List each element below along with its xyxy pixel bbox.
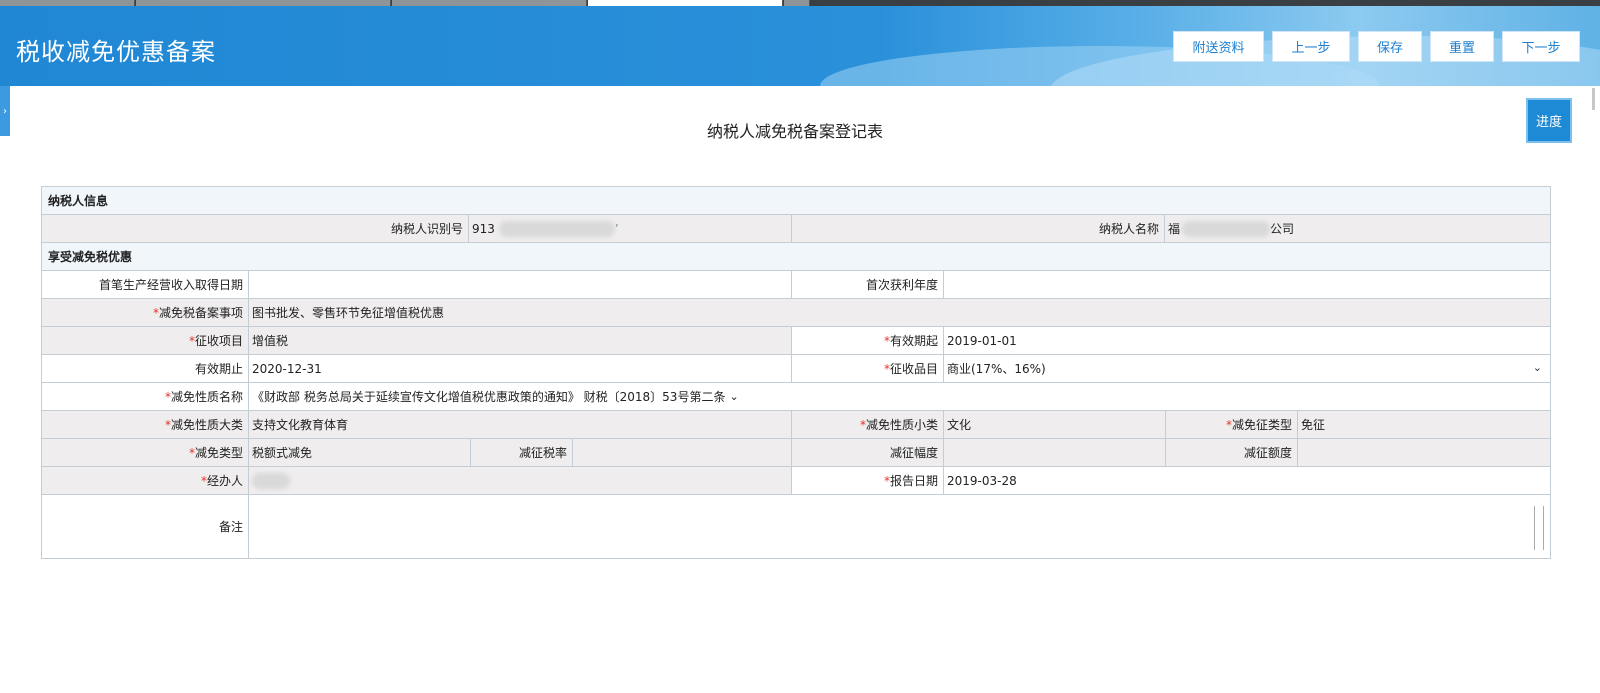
taxpayer-name-label: 纳税人名称: [792, 215, 1165, 242]
table-row: * 征收项目 增值税 * 有效期起 2019-01-01: [42, 327, 1550, 355]
handler-field: [249, 467, 792, 494]
taxpayer-id-field: 913 ’: [469, 215, 792, 242]
first-profit-year-input[interactable]: [944, 271, 1550, 298]
nature-name-label: * 减免性质名称: [42, 383, 249, 410]
first-income-date-input[interactable]: [249, 271, 792, 298]
reduction-amount-field: [1298, 439, 1550, 466]
reduction-range-label: 减征幅度: [792, 439, 944, 466]
reduction-amount-label: 减征额度: [1166, 439, 1298, 466]
reduction-rate-field: [573, 439, 792, 466]
taxpayer-name-prefix: 福: [1168, 222, 1181, 236]
remark-textarea[interactable]: [249, 495, 1550, 558]
report-date-input[interactable]: 2019-03-28: [944, 467, 1550, 494]
levy-item-label: * 征收项目: [42, 327, 249, 354]
save-button[interactable]: 保存: [1358, 31, 1422, 62]
toolbar: 附送资料 上一步 保存 重置 下一步: [1173, 31, 1580, 62]
taxpayer-name-field: 福 公司: [1165, 215, 1550, 242]
reduction-type-field: 税额式减免: [249, 439, 471, 466]
table-row: 有效期止 2020-12-31 * 征收品目 商业(17%、16%) ⌄: [42, 355, 1550, 383]
redacted-blur: [252, 472, 290, 489]
next-step-button[interactable]: 下一步: [1502, 31, 1580, 62]
attach-documents-button[interactable]: 附送资料: [1173, 31, 1264, 62]
remark-label: 备注: [42, 495, 249, 558]
reduction-type-label: * 减免类型: [42, 439, 249, 466]
table-row: * 减免类型 税额式减免 减征税率 减征幅度 减征额度: [42, 439, 1550, 467]
valid-from-label: * 有效期起: [792, 327, 944, 354]
redacted-blur: [498, 220, 615, 237]
handler-label: * 经办人: [42, 467, 249, 494]
exemption-type-label: * 减免征类型: [1166, 411, 1298, 438]
chevron-down-icon[interactable]: ⌄: [1533, 361, 1542, 374]
filing-form: 纳税人信息 纳税人识别号 913 ’ 纳税人名称 福 公司 享受减免税优惠 首笔…: [41, 186, 1551, 559]
taxpayer-id-prefix: 913: [472, 221, 495, 236]
reset-button[interactable]: 重置: [1430, 31, 1494, 62]
table-row: 首笔生产经营收入取得日期 首次获利年度: [42, 271, 1550, 299]
previous-step-button[interactable]: 上一步: [1272, 31, 1350, 62]
table-row: 纳税人识别号 913 ’ 纳税人名称 福 公司: [42, 215, 1550, 243]
nature-minor-field: 文化: [944, 411, 1166, 438]
table-row: 备注: [42, 495, 1550, 558]
nature-minor-label: * 减免性质小类: [792, 411, 944, 438]
redacted-blur: [1182, 220, 1271, 237]
nature-major-label: * 减免性质大类: [42, 411, 249, 438]
taxpayer-id-label: 纳税人识别号: [42, 215, 469, 242]
reduction-rate-label: 减征税率: [471, 439, 573, 466]
section-taxpayer-info: 纳税人信息: [42, 187, 1550, 215]
levy-category-selected: 商业(17%、16%): [947, 362, 1046, 376]
valid-to-input[interactable]: 2020-12-31: [249, 355, 792, 382]
resize-handle-icon[interactable]: [1534, 506, 1544, 550]
table-row: * 减免税备案事项 图书批发、零售环节免征增值税优惠: [42, 299, 1550, 327]
taxpayer-name-suffix: 公司: [1270, 222, 1295, 236]
table-row: * 减免性质大类 支持文化教育体育 * 减免性质小类 文化 * 减免征类型 免征: [42, 411, 1550, 439]
taxpayer-id-suffix: ’: [614, 221, 619, 236]
levy-category-label: * 征收品目: [792, 355, 944, 382]
valid-from-input[interactable]: 2019-01-01: [944, 327, 1550, 354]
table-row: * 减免性质名称 《财政部 税务总局关于延续宣传文化增值税优惠政策的通知》 财税〔…: [42, 383, 1550, 411]
chevron-down-icon[interactable]: ⌄: [729, 390, 738, 403]
valid-to-label: 有效期止: [42, 355, 249, 382]
nature-name-select[interactable]: 《财政部 税务总局关于延续宣传文化增值税优惠政策的通知》 财税〔2018〕53号…: [249, 383, 1550, 410]
report-date-label: * 报告日期: [792, 467, 944, 494]
first-profit-year-label: 首次获利年度: [792, 271, 944, 298]
page-title: 税收减免优惠备案: [16, 38, 216, 66]
scrollbar-thumb[interactable]: [1592, 88, 1595, 110]
nature-major-field: 支持文化教育体育: [249, 411, 792, 438]
reduction-range-field: [944, 439, 1166, 466]
vertical-scrollbar[interactable]: [1588, 86, 1600, 693]
nature-name-selected: 《财政部 税务总局关于延续宣传文化增值税优惠政策的通知》 财税〔2018〕53号…: [252, 390, 726, 404]
first-income-date-label: 首笔生产经营收入取得日期: [42, 271, 249, 298]
table-row: * 经办人 * 报告日期 2019-03-28: [42, 467, 1550, 495]
chevron-right-icon: ›: [3, 105, 7, 117]
form-title: 纳税人减免税备案登记表: [706, 122, 883, 141]
filing-item-field: 图书批发、零售环节免征增值税优惠: [249, 299, 1550, 326]
section-benefit: 享受减免税优惠: [42, 243, 1550, 271]
filing-item-label: * 减免税备案事项: [42, 299, 249, 326]
levy-category-select[interactable]: 商业(17%、16%) ⌄: [944, 355, 1550, 382]
page-header: 税收减免优惠备案 附送资料 上一步 保存 重置 下一步: [0, 6, 1600, 86]
levy-item-field: 增值税: [249, 327, 792, 354]
exemption-type-field: 免征: [1298, 411, 1550, 438]
